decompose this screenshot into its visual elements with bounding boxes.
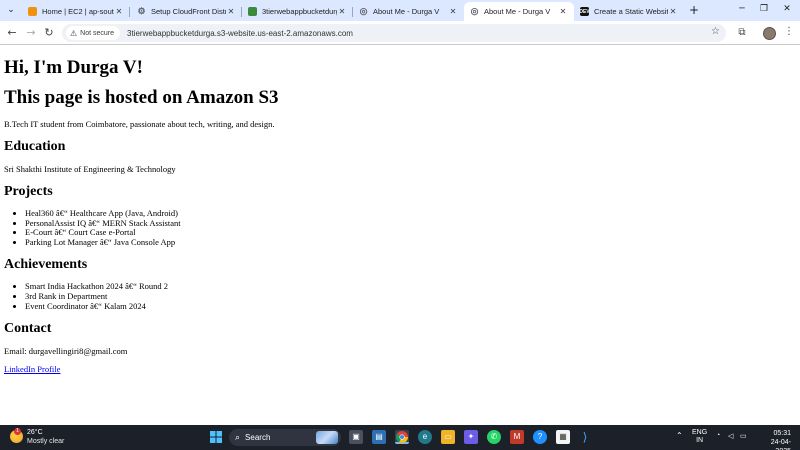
store-icon[interactable]: ▦ xyxy=(556,430,570,444)
page-heading-greeting: Hi, I'm Durga V! xyxy=(4,57,143,78)
weather-description[interactable]: Mostly clear xyxy=(27,438,64,445)
input-language[interactable]: ENG IN xyxy=(692,429,707,445)
search-icon: ⌕ xyxy=(235,432,241,442)
close-tab-icon[interactable]: ✕ xyxy=(226,7,236,16)
wifi-icon[interactable]: ◔ xyxy=(716,432,720,439)
url-text[interactable]: 3tierwebappbucketdurga.s3-website.us-eas… xyxy=(127,29,353,38)
windows-start-icon[interactable] xyxy=(209,430,223,444)
projects-heading: Projects xyxy=(4,184,53,199)
help-question-icon[interactable]: ? xyxy=(533,430,547,444)
aws-favicon-icon xyxy=(28,7,37,16)
contact-email: Email: durgavellingiri8@gmail.com xyxy=(4,346,128,357)
search-label: Search xyxy=(245,433,271,442)
achievements-list: Smart India Hackathon 2024 â€“ Round 2 3… xyxy=(4,282,800,311)
system-clock[interactable]: 05:31 24-04-2025 xyxy=(757,429,791,450)
mcafee-shield-icon[interactable]: M xyxy=(510,430,524,444)
clock-time: 05:31 xyxy=(773,430,791,437)
tab-title: About Me - Durga V xyxy=(373,7,440,16)
taskbar-search[interactable]: ⌕ Search xyxy=(229,429,341,446)
close-tab-icon[interactable]: ✕ xyxy=(114,7,124,16)
tab-title: Setup CloudFront Distributi xyxy=(151,7,226,16)
s3-bucket-favicon-icon xyxy=(248,7,257,16)
list-item: Event Coordinator â€“ Kalam 2024 xyxy=(25,301,800,312)
tab-title: About Me - Durga V xyxy=(484,7,551,16)
close-tab-icon[interactable]: ✕ xyxy=(558,7,568,16)
back-arrow-icon[interactable]: ← xyxy=(5,26,19,40)
extensions-puzzle-icon[interactable]: ⧉ xyxy=(735,26,749,40)
profile-avatar[interactable] xyxy=(763,27,776,40)
forward-arrow-icon[interactable]: → xyxy=(24,26,38,40)
list-item: Smart India Hackathon 2024 â€“ Round 2 xyxy=(25,282,800,292)
clock-date: 24-04-2025 xyxy=(770,439,791,450)
globe-favicon-icon: ◎ xyxy=(359,6,368,16)
tab-search-chevron-icon[interactable]: ⌄ xyxy=(4,3,18,17)
battery-icon[interactable]: ▭ xyxy=(740,432,747,440)
region-code: IN xyxy=(696,437,704,444)
tab-about-me-1[interactable]: ◎ About Me - Durga V ✕ xyxy=(353,2,464,21)
list-item: Parking Lot Manager â€“ Java Console App xyxy=(25,237,800,248)
search-highlight-image xyxy=(316,431,338,444)
globe-favicon-icon: ◎ xyxy=(470,6,479,16)
projects-list: Heal360 â€“ Healthcare App (Java, Androi… xyxy=(4,208,800,248)
page-heading-hosted: This page is hosted on Amazon S3 xyxy=(4,87,279,108)
windows-taskbar: 1 26°C Mostly clear ⌕ Search ▣ ▤ e ▭ ✦ ✆… xyxy=(0,425,800,450)
browser-toolbar: ← → ↻ ⚠ Not secure 3tierwebappbucketdurg… xyxy=(0,21,800,45)
show-hidden-chevron-icon[interactable]: ⌃ xyxy=(676,431,683,440)
menu-kebab-icon[interactable]: ⋮ xyxy=(784,26,794,37)
security-chip[interactable]: ⚠ Not secure xyxy=(66,26,121,40)
file-explorer-icon[interactable]: ▭ xyxy=(441,430,455,444)
task-view-icon[interactable]: ▣ xyxy=(349,430,363,444)
tab-s3-bucket[interactable]: 3tierwebappbucketdurga ✕ xyxy=(242,2,353,21)
close-tab-icon[interactable]: ✕ xyxy=(337,7,347,16)
tab-title: Home | EC2 | ap-south-1 xyxy=(42,7,114,16)
tab-strip: ⌄ Home | EC2 | ap-south-1 ✕ ⚙ Setup Clou… xyxy=(0,0,800,21)
tab-title: Create a Static Website Usi xyxy=(594,7,668,16)
vscode-icon[interactable]: ⟩ xyxy=(578,430,592,444)
tab-about-me-active[interactable]: ◎ About Me - Durga V ✕ xyxy=(464,2,574,21)
close-window-icon[interactable]: ✕ xyxy=(780,3,794,15)
whatsapp-icon[interactable]: ✆ xyxy=(487,430,501,444)
tab-ec2-home[interactable]: Home | EC2 | ap-south-1 ✕ xyxy=(22,2,130,21)
tab-dev-static-website[interactable]: DEV Create a Static Website Usi ✕ xyxy=(574,2,684,21)
edge-browser-icon[interactable]: e xyxy=(418,430,432,444)
copilot-icon[interactable]: ✦ xyxy=(464,430,478,444)
tab-title: 3tierwebappbucketdurga xyxy=(262,7,337,16)
tab-cloudfront-setup[interactable]: ⚙ Setup CloudFront Distributi ✕ xyxy=(131,2,242,21)
education-heading: Education xyxy=(4,139,66,154)
web-page-content: Hi, I'm Durga V! This page is hosted on … xyxy=(0,46,800,425)
volume-icon[interactable]: ◁ xyxy=(728,432,733,440)
dev-favicon-icon: DEV xyxy=(579,7,590,16)
chrome-browser-icon[interactable] xyxy=(395,430,409,444)
linkedin-profile-link[interactable]: LinkedIn Profile xyxy=(4,364,60,374)
restore-icon[interactable]: ❐ xyxy=(757,3,771,15)
warning-triangle-icon: ⚠ xyxy=(70,28,78,38)
minimize-icon[interactable]: ─ xyxy=(735,3,749,15)
list-item: PersonalAssist IQ â€“ MERN Stack Assista… xyxy=(25,218,800,229)
close-tab-icon[interactable]: ✕ xyxy=(448,7,458,16)
security-label: Not secure xyxy=(80,29,115,37)
reload-icon[interactable]: ↻ xyxy=(42,26,56,40)
achievements-heading: Achievements xyxy=(4,257,88,273)
close-tab-icon[interactable]: ✕ xyxy=(668,7,678,16)
intro-text: B.Tech IT student from Coimbatore, passi… xyxy=(4,119,275,129)
weather-alert-badge: 1 xyxy=(14,428,21,435)
address-bar[interactable]: ⚠ Not secure 3tierwebappbucketdurga.s3-w… xyxy=(62,24,726,42)
new-tab-plus-icon[interactable]: + xyxy=(688,3,700,17)
education-text: Sri Shakthi Institute of Engineering & T… xyxy=(4,164,176,174)
widgets-icon[interactable]: ▤ xyxy=(372,430,386,444)
weather-temperature[interactable]: 26°C xyxy=(27,429,43,436)
bookmark-star-icon[interactable]: ☆ xyxy=(711,26,720,37)
language-code: ENG xyxy=(692,429,708,436)
contact-heading: Contact xyxy=(4,321,52,337)
settings-favicon-icon: ⚙ xyxy=(137,6,146,16)
